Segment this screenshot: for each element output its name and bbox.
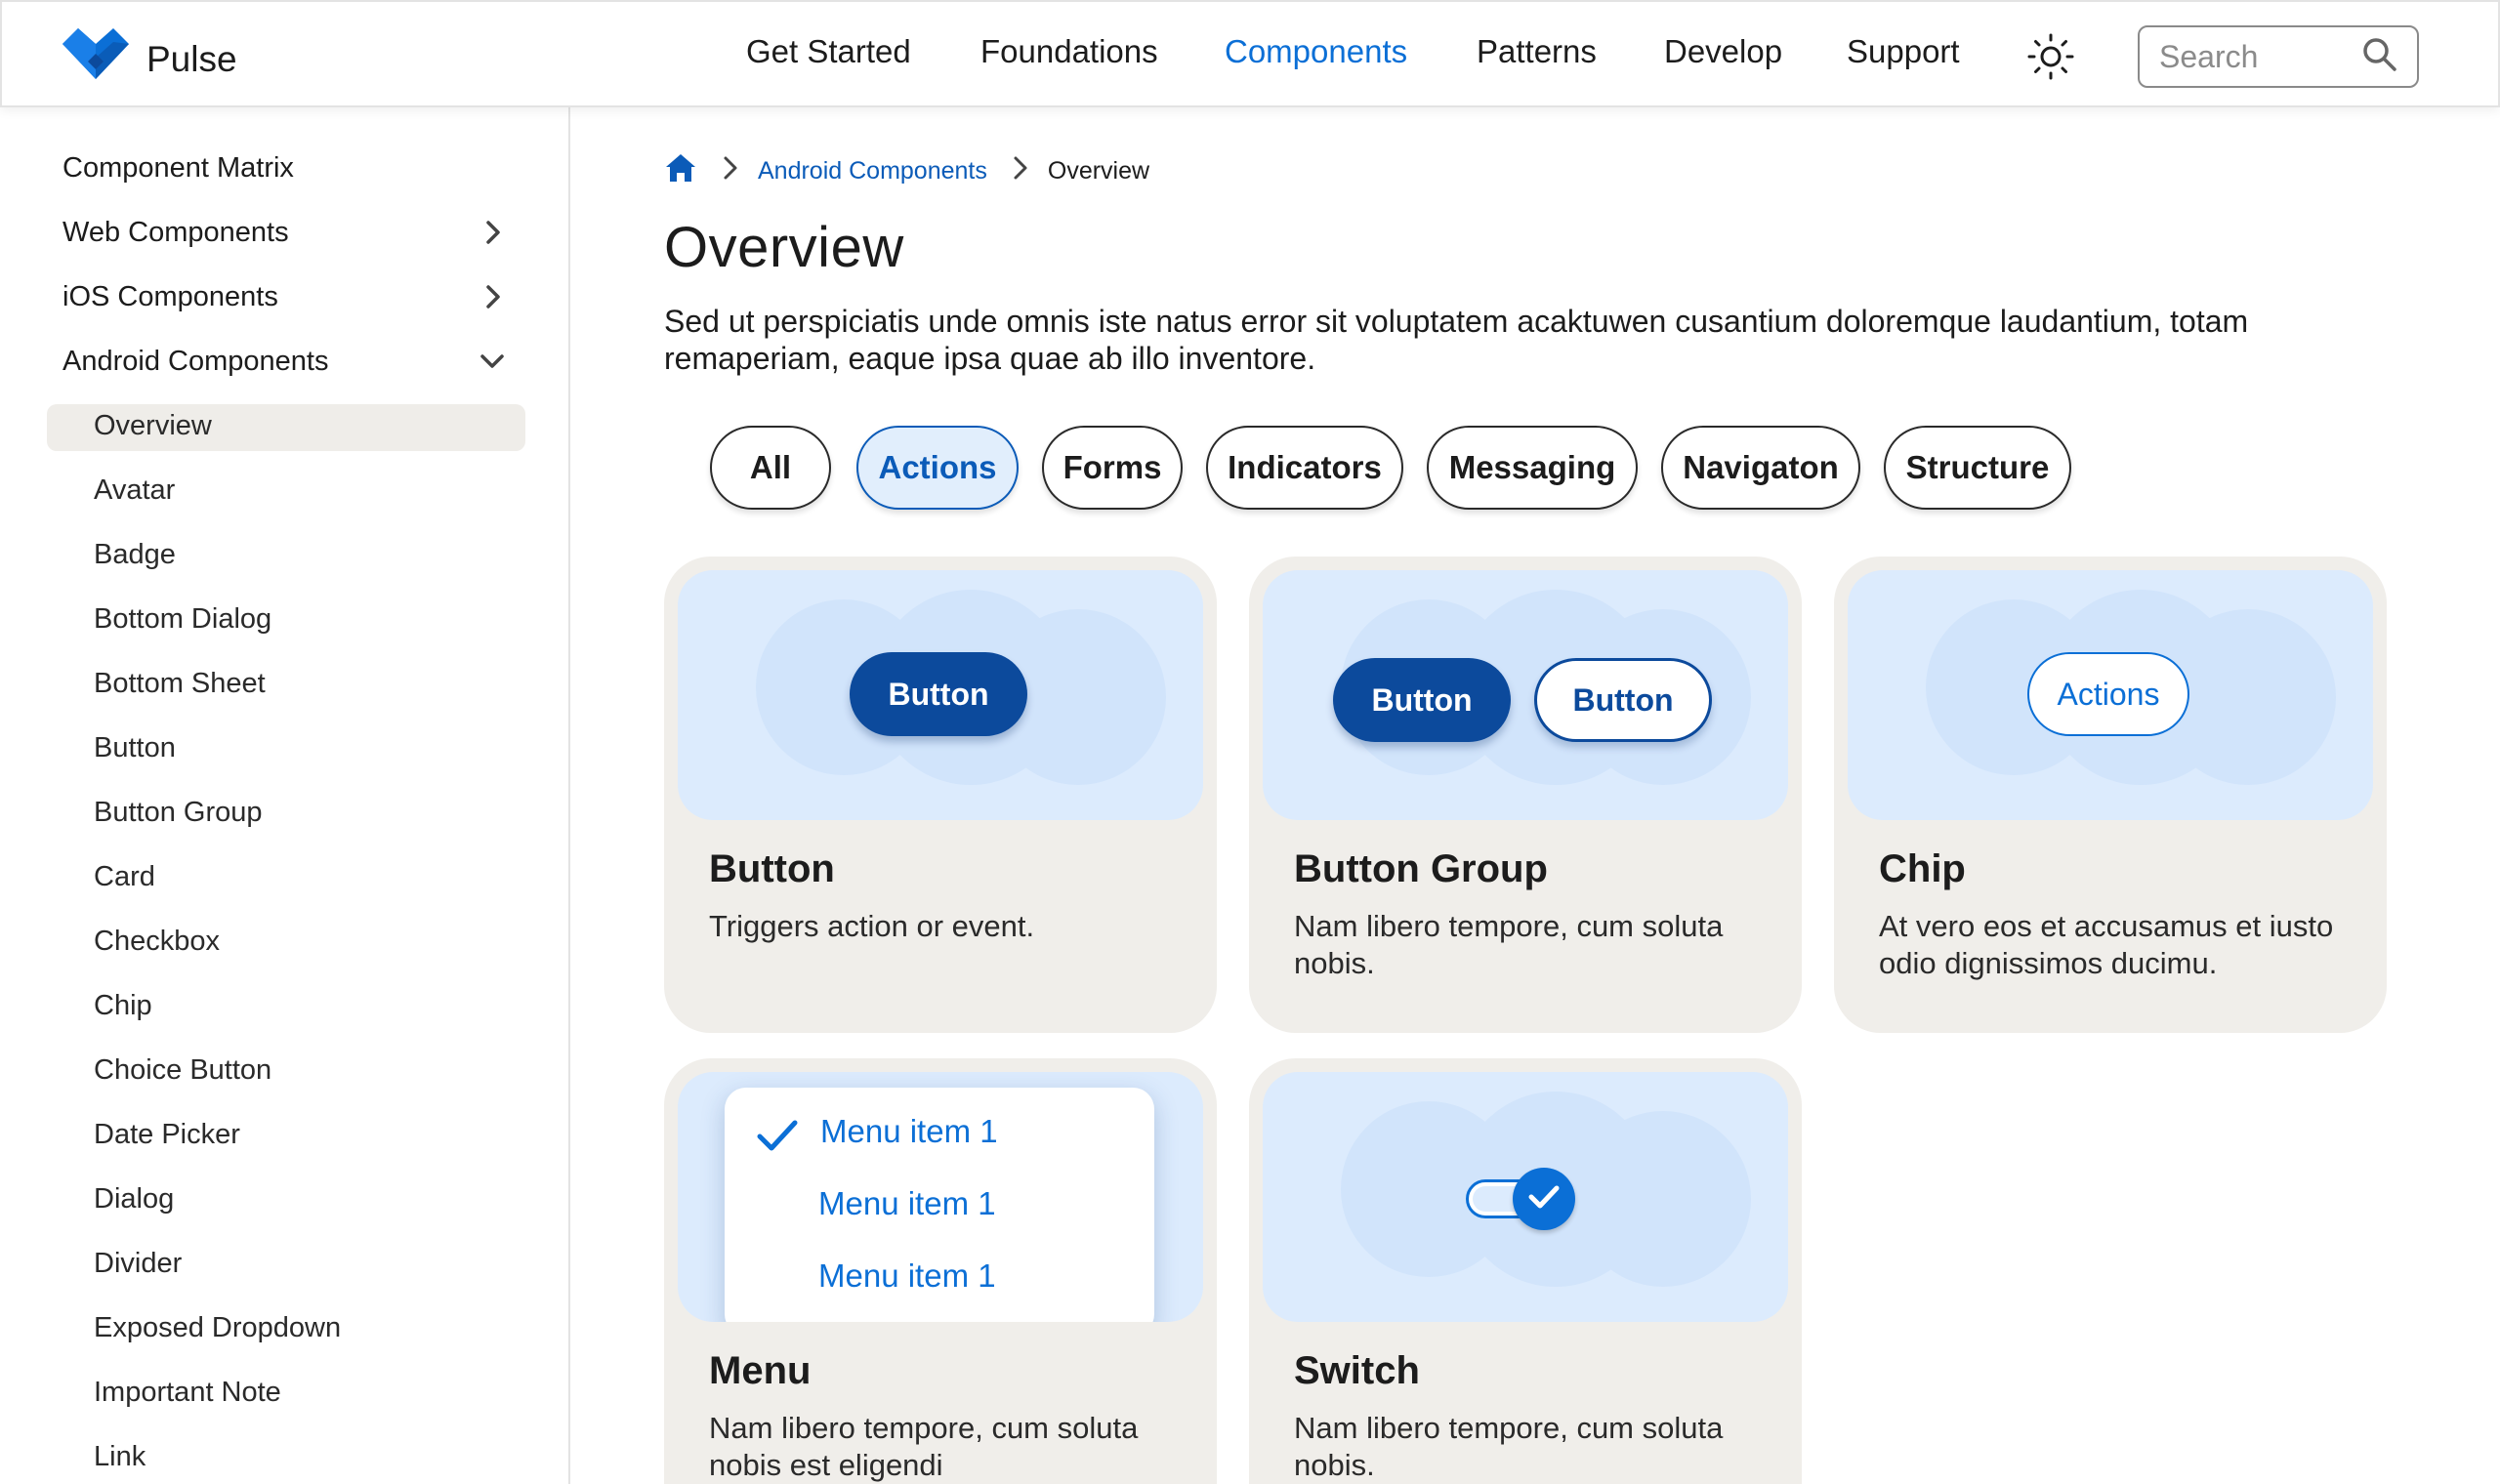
checkmark-icon bbox=[1527, 1182, 1561, 1216]
sidebar-item-exposed-dropdown[interactable]: Exposed Dropdown bbox=[94, 1312, 341, 1344]
sidebar-item-card[interactable]: Card bbox=[94, 861, 155, 893]
top-header: Pulse Get Started Foundations Components… bbox=[0, 0, 2500, 107]
sidebar-item-important-note[interactable]: Important Note bbox=[94, 1377, 281, 1409]
sidebar-item-chip[interactable]: Chip bbox=[94, 990, 152, 1022]
checkmark-icon bbox=[756, 1117, 799, 1161]
breadcrumb-separator-icon bbox=[721, 155, 740, 187]
component-card-menu[interactable]: Menu item 1 Menu item 1 Menu item 1 Menu… bbox=[664, 1058, 1217, 1484]
sidebar-item-date-picker[interactable]: Date Picker bbox=[94, 1119, 240, 1151]
filter-structure[interactable]: Structure bbox=[1884, 426, 2071, 510]
demo-menu-item: Menu item 1 bbox=[818, 1185, 996, 1221]
sidebar-item-bottom-dialog[interactable]: Bottom Dialog bbox=[94, 603, 271, 636]
nav-foundations[interactable]: Foundations bbox=[980, 33, 1158, 70]
card-description: Nam libero tempore, cum soluta nobis. bbox=[1294, 1411, 1724, 1482]
card-description: Nam libero tempore, cum soluta nobis est… bbox=[709, 1411, 1139, 1482]
filter-indicators[interactable]: Indicators bbox=[1206, 426, 1403, 510]
demo-menu-item: Menu item 1 bbox=[818, 1257, 996, 1294]
nav-get-started[interactable]: Get Started bbox=[746, 33, 911, 70]
sidebar-item-ios-components[interactable]: iOS Components bbox=[62, 281, 278, 313]
heart-logo-icon bbox=[62, 28, 129, 90]
demo-chip: Actions bbox=[2027, 652, 2189, 736]
sun-icon bbox=[2026, 32, 2075, 86]
card-title: Button Group bbox=[1294, 847, 1548, 890]
filter-all[interactable]: All bbox=[710, 426, 831, 510]
chevron-right-icon[interactable] bbox=[479, 219, 506, 246]
filter-actions[interactable]: Actions bbox=[856, 426, 1019, 510]
sidebar-item-badge[interactable]: Badge bbox=[94, 539, 176, 571]
search-input[interactable] bbox=[2159, 38, 2354, 75]
sidebar-item-checkbox[interactable]: Checkbox bbox=[94, 926, 220, 958]
sidebar: Component Matrix Web Components iOS Comp… bbox=[0, 107, 570, 1484]
breadcrumb-separator-icon bbox=[1011, 155, 1030, 187]
breadcrumb: Android Components Overview bbox=[664, 152, 1149, 190]
card-title: Button bbox=[709, 847, 835, 890]
card-preview: Actions bbox=[1848, 570, 2373, 820]
breadcrumb-link[interactable]: Android Components bbox=[758, 157, 987, 186]
sidebar-item-overview[interactable]: Overview bbox=[94, 410, 212, 442]
home-icon[interactable] bbox=[664, 152, 697, 190]
nav-support[interactable]: Support bbox=[1847, 33, 1960, 70]
nav-patterns[interactable]: Patterns bbox=[1477, 33, 1597, 70]
component-card-button-group[interactable]: Button Button Button Group Nam libero te… bbox=[1249, 556, 1802, 1033]
nav-develop[interactable]: Develop bbox=[1664, 33, 1782, 70]
demo-switch-knob bbox=[1513, 1168, 1575, 1230]
sidebar-item-button[interactable]: Button bbox=[94, 732, 176, 764]
demo-button: Button bbox=[850, 652, 1027, 736]
card-description: At vero eos et accusamus et iusto odio d… bbox=[1879, 909, 2334, 980]
filter-forms[interactable]: Forms bbox=[1042, 426, 1183, 510]
sidebar-item-bottom-sheet[interactable]: Bottom Sheet bbox=[94, 668, 266, 700]
sidebar-item-link[interactable]: Link bbox=[94, 1441, 146, 1473]
sidebar-item-dialog[interactable]: Dialog bbox=[94, 1183, 174, 1216]
card-preview: Menu item 1 Menu item 1 Menu item 1 bbox=[678, 1072, 1203, 1322]
component-card-button[interactable]: Button Button Triggers action or event. bbox=[664, 556, 1217, 1033]
search-box[interactable] bbox=[2138, 25, 2419, 88]
sidebar-item-web-components[interactable]: Web Components bbox=[62, 217, 289, 249]
card-description: Triggers action or event. bbox=[709, 909, 1035, 943]
demo-menu-panel: Menu item 1 Menu item 1 Menu item 1 bbox=[725, 1088, 1154, 1322]
component-card-chip[interactable]: Actions Chip At vero eos et accusamus et… bbox=[1834, 556, 2387, 1033]
card-preview bbox=[1263, 1072, 1788, 1322]
brand-name: Pulse bbox=[146, 38, 237, 79]
card-title: Chip bbox=[1879, 847, 1966, 890]
card-preview: Button Button bbox=[1263, 570, 1788, 820]
card-preview: Button bbox=[678, 570, 1203, 820]
component-card-switch[interactable]: Switch Nam libero tempore, cum soluta no… bbox=[1249, 1058, 1802, 1484]
sidebar-item-button-group[interactable]: Button Group bbox=[94, 797, 263, 829]
filter-navigaton[interactable]: Navigaton bbox=[1661, 426, 1860, 510]
breadcrumb-current: Overview bbox=[1047, 157, 1150, 185]
sidebar-item-divider[interactable]: Divider bbox=[94, 1248, 182, 1280]
chevron-down-icon[interactable] bbox=[479, 348, 506, 375]
search-icon[interactable] bbox=[2360, 35, 2399, 79]
sidebar-item-avatar[interactable]: Avatar bbox=[94, 474, 175, 507]
theme-toggle-button[interactable] bbox=[2023, 31, 2078, 86]
sidebar-item-android-components[interactable]: Android Components bbox=[62, 346, 328, 378]
sidebar-item-component-matrix[interactable]: Component Matrix bbox=[62, 152, 294, 185]
demo-menu-item: Menu item 1 bbox=[820, 1113, 998, 1149]
filter-messaging[interactable]: Messaging bbox=[1427, 426, 1638, 510]
page-description: Sed ut perspiciatis unde omnis iste natu… bbox=[664, 304, 2249, 376]
chevron-right-icon[interactable] bbox=[479, 283, 506, 310]
sidebar-item-choice-button[interactable]: Choice Button bbox=[94, 1054, 271, 1087]
nav-components[interactable]: Components bbox=[1225, 33, 1407, 70]
card-title: Menu bbox=[709, 1349, 812, 1392]
card-title: Switch bbox=[1294, 1349, 1420, 1392]
card-description: Nam libero tempore, cum soluta nobis. bbox=[1294, 909, 1724, 980]
brand[interactable]: Pulse bbox=[62, 28, 237, 90]
demo-primary-button: Button bbox=[1333, 658, 1511, 742]
page-title: Overview bbox=[664, 216, 904, 279]
demo-secondary-button: Button bbox=[1534, 658, 1712, 742]
